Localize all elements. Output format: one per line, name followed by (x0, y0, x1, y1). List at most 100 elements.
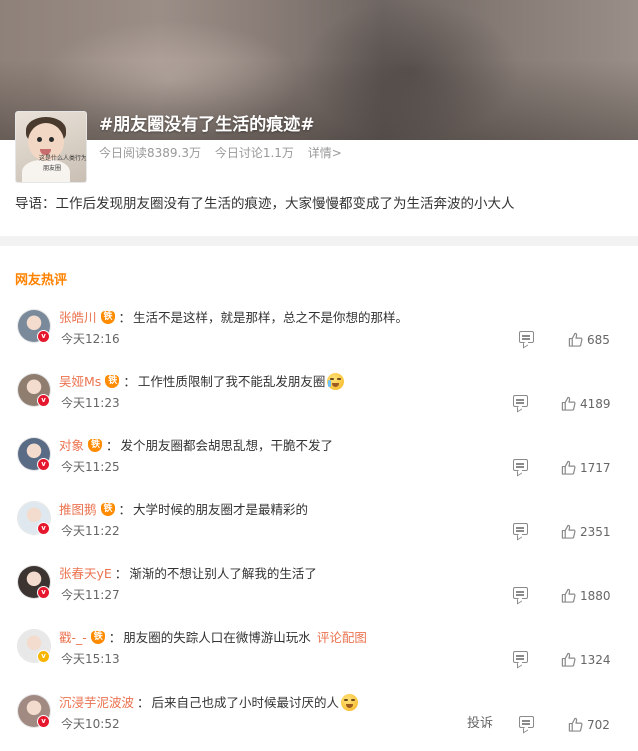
medal-label: 铁 (103, 504, 113, 514)
comment-item: v 吴娅Ms 铁 ：工作性质限制了我不能乱发朋友圈今天11:23 4189 (0, 373, 638, 437)
sweat-emoji-icon (341, 694, 359, 711)
thumbs-up-icon (561, 396, 576, 411)
comment-item: v 对象铁 ：发个朋友圈都会胡思乱想，干脆不发了 今天11:25 1717 (0, 437, 638, 501)
medal-label: 铁 (103, 312, 113, 322)
emoji-mouth (332, 383, 340, 387)
verified-badge-icon: v (37, 330, 50, 343)
like-count: 2351 (580, 525, 611, 539)
comment-separator: ： (137, 695, 150, 710)
comment-time: 今天11:27 (61, 588, 120, 602)
crying-emoji-icon (327, 373, 345, 390)
comment-time: 今天11:25 (61, 460, 120, 474)
comment-time: 今天12:16 (61, 332, 120, 346)
like-button[interactable]: 1717 (561, 457, 611, 477)
verified-badge-icon: v (37, 715, 50, 728)
comment-time: 今天10:52 (61, 717, 120, 731)
thumbnail-eye (49, 137, 54, 142)
comment-icon[interactable] (519, 716, 534, 728)
comment-username[interactable]: 张春天yE (59, 566, 112, 581)
comment-item: v 沉浸芋泥波波：后来自己也成了小时候最讨厌的人今天10:52 投诉 702 (0, 694, 638, 751)
like-button[interactable]: 2351 (561, 521, 611, 541)
comment-item: v 张春天yE：渐渐的不想让别人了解我的生活了 今天11:27 1880 (0, 565, 638, 629)
comment-separator: ： (114, 566, 128, 581)
comment-icon[interactable] (519, 331, 534, 343)
comment-username[interactable]: 张皓川 (59, 310, 97, 325)
emoji-eye (330, 378, 335, 380)
fan-medal-icon: 铁 (100, 311, 117, 324)
comment-line: 沉浸芋泥波波：后来自己也成了小时候最讨厌的人 (59, 694, 359, 712)
topic-title: #朋友圈没有了生活的痕迹# (99, 115, 315, 135)
like-button[interactable]: 1880 (561, 585, 611, 605)
thumbnail-eye (37, 137, 42, 142)
comment-separator: ： (106, 438, 119, 453)
like-count: 1324 (580, 653, 611, 667)
emoji-mouth (346, 704, 354, 708)
thumbnail-caption: 这是什么人类行为 (39, 155, 87, 162)
comment-username[interactable]: 沉浸芋泥波波 (59, 695, 134, 710)
comment-icon[interactable] (513, 651, 528, 663)
topic-thumbnail[interactable]: 这是什么人类行为 朋友圈 (15, 111, 87, 183)
comment-text: 后来自己也成了小时候最讨厌的人 (151, 695, 340, 710)
hot-comments-title: 网友热评 (15, 273, 68, 288)
comment-text: 朋友圈的失踪人口在微博游山玩水 (123, 630, 311, 645)
thumbs-up-icon (561, 652, 576, 667)
comment-username[interactable]: 吴娅Ms (59, 374, 101, 389)
comment-image-link[interactable]: 评论配图 (317, 630, 367, 645)
medal-label: 铁 (108, 376, 118, 386)
like-button[interactable]: 702 (568, 714, 610, 734)
like-count: 1717 (580, 461, 611, 475)
comment-username[interactable]: 推图鹅 (59, 502, 97, 517)
comment-username[interactable]: 戳-_- (59, 630, 87, 645)
comment-item: v 张皓川铁 ：生活不是这样，就是那样，总之不是你想的那样。 今天12:16 685 (0, 309, 638, 373)
like-count: 4189 (580, 397, 611, 411)
thumbs-up-icon (568, 717, 583, 732)
comment-time: 今天11:23 (61, 396, 120, 410)
thumbs-up-icon (561, 524, 576, 539)
like-count: 702 (587, 718, 610, 732)
emoji-tear (328, 380, 332, 387)
like-count: 1880 (580, 589, 611, 603)
comment-icon[interactable] (513, 395, 528, 407)
comment-icon[interactable] (513, 587, 528, 599)
comment-icon[interactable] (513, 459, 528, 471)
section-divider (0, 236, 638, 246)
comment-item: v 推图鹅铁 ：大学时候的朋友圈才是最精彩的 今天11:22 2351 (0, 501, 638, 565)
comment-icon[interactable] (513, 523, 528, 535)
topic-intro: 导语：工作后发现朋友圈没有了生活的痕迹，大家慢慢都变成了为生活奔波的小大人 (15, 196, 515, 212)
comment-text: 渐渐的不想让别人了解我的生活了 (129, 566, 317, 581)
like-button[interactable]: 4189 (561, 393, 611, 413)
comment-separator: ： (108, 630, 122, 645)
report-button[interactable]: 投诉 (467, 714, 493, 734)
comment-line: 对象铁 ：发个朋友圈都会胡思乱想，干脆不发了 (59, 437, 333, 455)
reads-count: 今日阅读8389.3万 (99, 146, 201, 160)
fan-medal-icon: 铁 (90, 631, 107, 644)
like-button[interactable]: 1324 (561, 649, 611, 669)
verified-badge-icon: v (37, 650, 50, 663)
comment-item: v 戳-_- 铁 ：朋友圈的失踪人口在微博游山玩水 评论配图今天15:13 1324 (0, 629, 638, 693)
like-count: 685 (587, 333, 610, 347)
comment-line: 推图鹅铁 ：大学时候的朋友圈才是最精彩的 (59, 501, 308, 519)
comment-separator: ： (123, 374, 136, 389)
comment-separator: ： (118, 502, 132, 517)
fan-medal-icon: 铁 (87, 439, 104, 452)
comment-text: 大学时候的朋友圈才是最精彩的 (133, 502, 309, 517)
verified-badge-icon: v (37, 394, 50, 407)
verified-badge-icon: v (37, 586, 50, 599)
fan-medal-icon: 铁 (100, 503, 117, 516)
verified-badge-icon: v (37, 522, 50, 535)
like-button[interactable]: 685 (568, 329, 610, 349)
thumbs-up-icon (561, 460, 576, 475)
comment-username[interactable]: 对象 (59, 438, 84, 453)
discussions-count: 今日讨论1.1万 (214, 146, 294, 160)
thumbs-up-icon (561, 588, 576, 603)
details-link[interactable]: 详情> (308, 146, 342, 160)
comment-text: 发个朋友圈都会胡思乱想，干脆不发了 (120, 438, 334, 453)
thumbnail-caption: 朋友圈 (43, 165, 62, 172)
medal-label: 铁 (93, 632, 103, 642)
comment-line: 戳-_- 铁 ：朋友圈的失踪人口在微博游山玩水 评论配图 (59, 629, 367, 647)
emoji-eye (344, 699, 349, 701)
comment-time: 今天15:13 (61, 652, 120, 666)
verified-badge-icon: v (37, 458, 50, 471)
comment-separator: ： (118, 310, 132, 325)
comment-text: 工作性质限制了我不能乱发朋友圈 (137, 374, 326, 389)
